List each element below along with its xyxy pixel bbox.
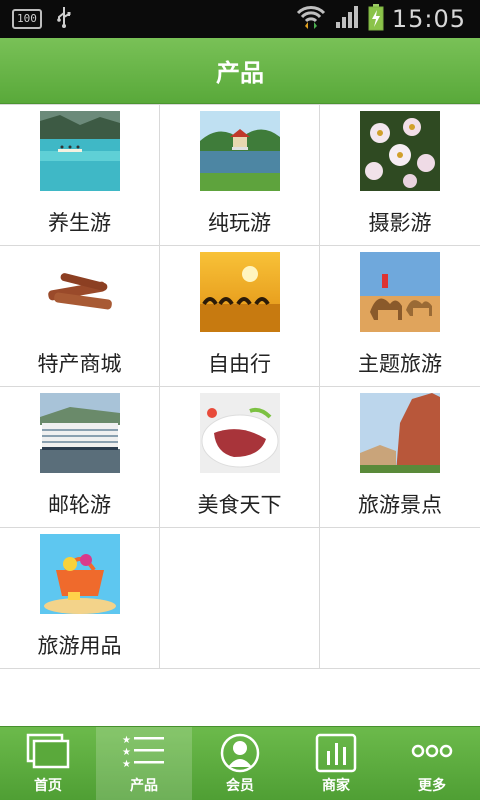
nav-member[interactable]: 会员 (192, 727, 288, 801)
camel-sunset-photo (199, 252, 280, 332)
nav-label: 更多 (418, 778, 446, 794)
product-label: 邮轮游 (48, 493, 111, 517)
svg-text:★: ★ (122, 735, 131, 746)
grid-item-meishi[interactable]: 美食天下 (160, 387, 320, 528)
beach-bag-photo (39, 534, 120, 614)
product-label: 美食天下 (197, 493, 282, 517)
battery-percent-badge: 100 (12, 9, 42, 29)
product-label: 特产商城 (37, 352, 122, 376)
product-label: 纯玩游 (208, 211, 271, 235)
nav-home[interactable]: 首页 (0, 727, 96, 801)
product-label: 自由行 (208, 352, 271, 376)
nav-merchant[interactable]: 商家 (288, 727, 384, 801)
product-label: 养生游 (48, 211, 111, 235)
wifi-icon (296, 4, 326, 34)
product-label: 主题旅游 (358, 352, 442, 376)
svg-text:★: ★ (122, 747, 131, 758)
lake-photo (39, 111, 120, 191)
clock: 15:05 (391, 5, 466, 33)
grid-item-techan[interactable]: 特产商城 (0, 246, 160, 387)
bottom-nav: 首页 ★ ★ ★ 产品 会员 商家 更多 (0, 726, 480, 801)
pavilion-photo (199, 111, 280, 191)
chart-icon (314, 733, 358, 777)
nav-label: 商家 (322, 778, 350, 794)
title-bar: 产品 (0, 38, 480, 104)
list-icon: ★ ★ ★ (122, 733, 166, 775)
product-grid: 养生游 纯玩游 摄影游 特产商城 自由行 主题旅游 邮轮游 美食天下 旅游景点 … (0, 104, 480, 669)
user-icon (218, 733, 262, 777)
grid-item-yangsheng[interactable]: 养生游 (0, 105, 160, 246)
grid-item-chunwan[interactable]: 纯玩游 (160, 105, 320, 246)
grid-item-zhuti[interactable]: 主题旅游 (320, 246, 480, 387)
flowers-photo (360, 111, 440, 191)
grid-item-yongpin[interactable]: 旅游用品 (0, 528, 160, 669)
grid-item-ziyouxing[interactable]: 自由行 (160, 246, 320, 387)
signal-icon (334, 4, 360, 34)
cinnamon-photo (39, 252, 120, 332)
nav-products[interactable]: ★ ★ ★ 产品 (96, 727, 192, 801)
product-label: 旅游景点 (358, 493, 442, 517)
usb-icon (56, 5, 72, 33)
product-label: 摄影游 (368, 211, 432, 235)
camel-desert-photo (360, 252, 440, 332)
cruise-ship-photo (39, 393, 120, 473)
home-icon (26, 733, 70, 775)
page-title: 产品 (216, 59, 264, 87)
more-icon (410, 733, 454, 777)
grid-item-jingdian[interactable]: 旅游景点 (320, 387, 480, 528)
product-label: 旅游用品 (37, 634, 122, 658)
grid-empty-cell (160, 528, 320, 669)
nav-more[interactable]: 更多 (384, 727, 480, 801)
nav-label: 产品 (130, 778, 158, 794)
nav-label: 首页 (34, 778, 62, 794)
grid-item-sheying[interactable]: 摄影游 (320, 105, 480, 246)
cliff-photo (360, 393, 440, 473)
food-plate-photo (199, 393, 280, 473)
svg-text:★: ★ (122, 759, 131, 770)
grid-item-youlun[interactable]: 邮轮游 (0, 387, 160, 528)
battery-charging-icon (368, 3, 384, 35)
nav-label: 会员 (226, 778, 254, 794)
status-bar: 100 15:05 (0, 0, 480, 38)
grid-empty-cell (320, 528, 480, 669)
